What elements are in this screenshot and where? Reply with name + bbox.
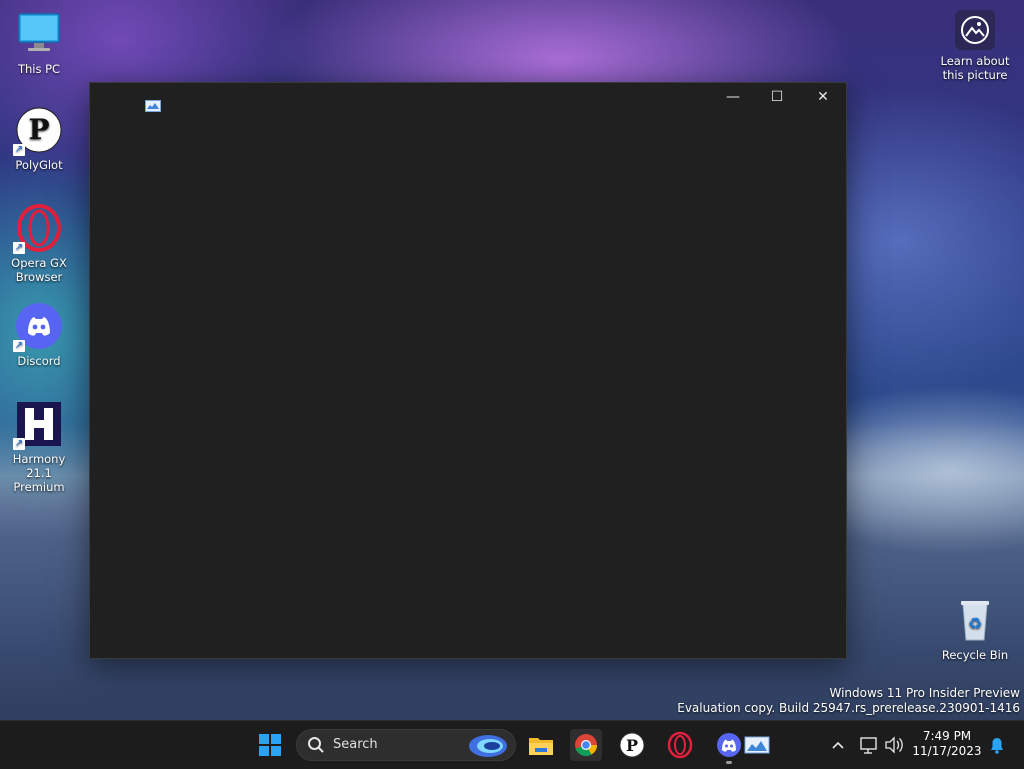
network-icon[interactable] (858, 729, 880, 761)
search-highlight-icon (467, 733, 509, 763)
search-placeholder: Search (333, 737, 378, 752)
learn-about-picture[interactable]: Learn about this picture (937, 10, 1013, 82)
desktop-icon-label: This PC (17, 62, 61, 76)
svg-text:P: P (626, 736, 638, 755)
desktop-icon-discord[interactable]: ↗ Discord (1, 302, 77, 368)
discord-icon: ↗ (13, 302, 63, 352)
bell-icon[interactable] (986, 729, 1008, 761)
opera-gx-icon: ↗ (13, 204, 63, 254)
svg-text:♻: ♻ (968, 614, 982, 633)
learn-about-label: Learn about this picture (940, 54, 1010, 82)
shortcut-arrow-icon: ↗ (13, 242, 25, 254)
shortcut-arrow-icon: ↗ (13, 438, 25, 450)
camera-icon (955, 10, 995, 50)
volume-icon[interactable] (883, 729, 905, 761)
running-indicator (726, 761, 732, 764)
image-viewer-icon[interactable] (741, 729, 773, 761)
desktop-icon-label: Opera GX Browser (11, 256, 67, 284)
desktop-icon-recycle-bin[interactable]: ♻ Recycle Bin (937, 596, 1013, 662)
file-explorer-icon[interactable] (525, 729, 557, 761)
clock-time: 7:49 PM (922, 729, 972, 743)
svg-text:P: P (28, 113, 49, 146)
app-window[interactable]: — ☐ ✕ (89, 82, 847, 659)
recycle-bin-icon: ♻ (951, 596, 999, 644)
desktop-icon-polyglot[interactable]: P ↗ PolyGlot (1, 106, 77, 172)
chrome-icon[interactable] (570, 729, 602, 761)
desktop-icon-label: Harmony 21.1 Premium (12, 452, 66, 494)
desktop-icon-label: PolyGlot (15, 158, 63, 172)
title-bar[interactable]: — ☐ ✕ (90, 83, 846, 112)
taskbar: Search P 7:49 PM 11/17/2023 (0, 720, 1024, 769)
close-button[interactable]: ✕ (800, 83, 846, 111)
start-icon[interactable] (254, 729, 286, 761)
desktop-icon-harmony[interactable]: ↗ Harmony 21.1 Premium (1, 400, 77, 494)
shortcut-arrow-icon: ↗ (13, 340, 25, 352)
maximize-button[interactable]: ☐ (754, 83, 800, 111)
desktop-icon-label: Discord (17, 354, 61, 368)
polyglot-icon: P ↗ (13, 106, 63, 156)
watermark-build: Evaluation copy. Build 25947.rs_prerelea… (677, 701, 1020, 715)
desktop-icon-label: Recycle Bin (941, 648, 1009, 662)
shortcut-arrow-icon: ↗ (13, 144, 25, 156)
search-box[interactable]: Search (296, 729, 516, 761)
image-viewer-icon (145, 97, 161, 112)
search-icon (307, 736, 325, 758)
desktop-icon-this-pc[interactable]: This PC (1, 10, 77, 76)
harmony-icon: ↗ (13, 400, 63, 450)
monitor-icon (15, 10, 63, 58)
minimize-button[interactable]: — (710, 83, 756, 111)
clock-date: 11/17/2023 (912, 744, 982, 758)
window-content (90, 111, 846, 658)
desktop-icon-opera-gx[interactable]: ↗ Opera GX Browser (1, 204, 77, 284)
polyglot-icon[interactable]: P (616, 729, 648, 761)
opera-gx-icon[interactable] (664, 729, 696, 761)
clock[interactable]: 7:49 PM 11/17/2023 (912, 729, 982, 759)
watermark-edition: Windows 11 Pro Insider Preview (829, 686, 1020, 700)
chevron-up-icon[interactable] (826, 729, 850, 761)
